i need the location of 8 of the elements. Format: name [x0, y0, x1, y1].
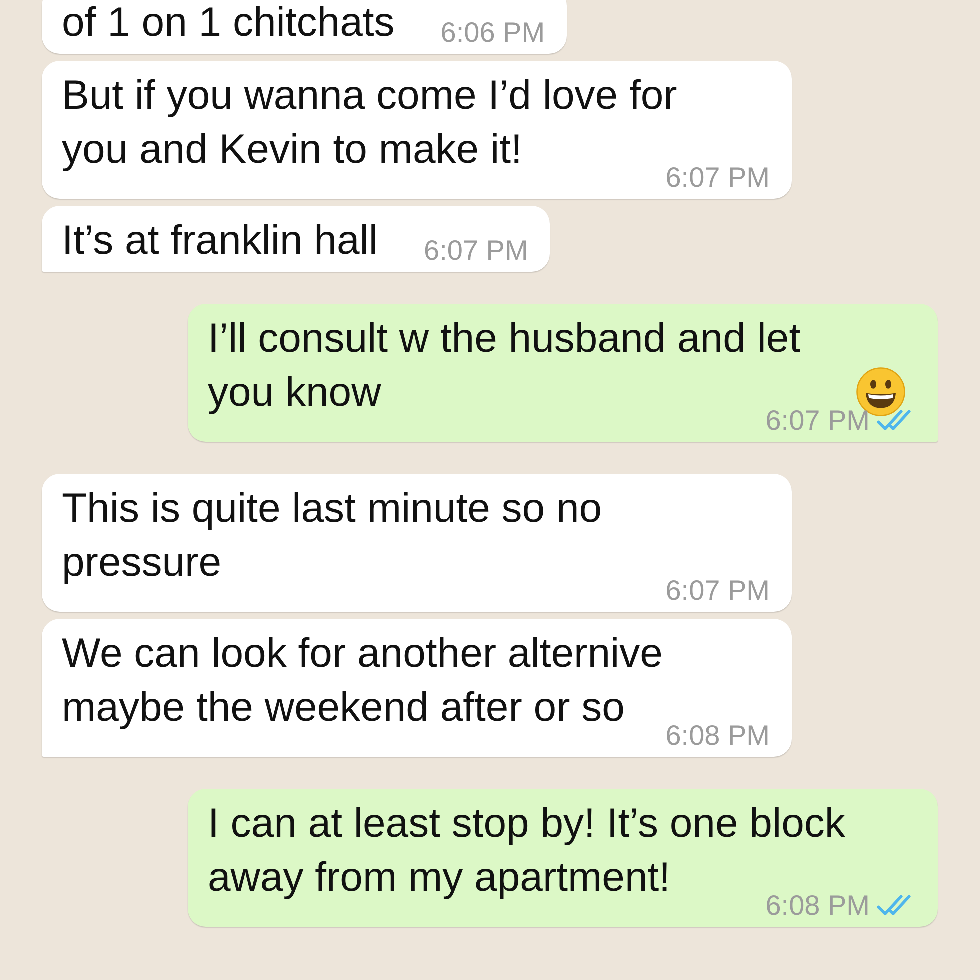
message-text: We can look for another alternive maybe the weekend after or so	[62, 629, 664, 732]
message-time: 6:07 PM	[424, 235, 528, 267]
message-time: 6:07 PM	[666, 575, 770, 607]
message-time: 6:08 PM	[666, 720, 770, 752]
message-time: 6:06 PM	[440, 17, 546, 49]
message-text: It’s at franklin hall	[62, 216, 378, 265]
message-text: of 1 on 1 chitchats	[62, 0, 395, 47]
message-text: This is quite last minute so no pressure	[62, 484, 604, 587]
